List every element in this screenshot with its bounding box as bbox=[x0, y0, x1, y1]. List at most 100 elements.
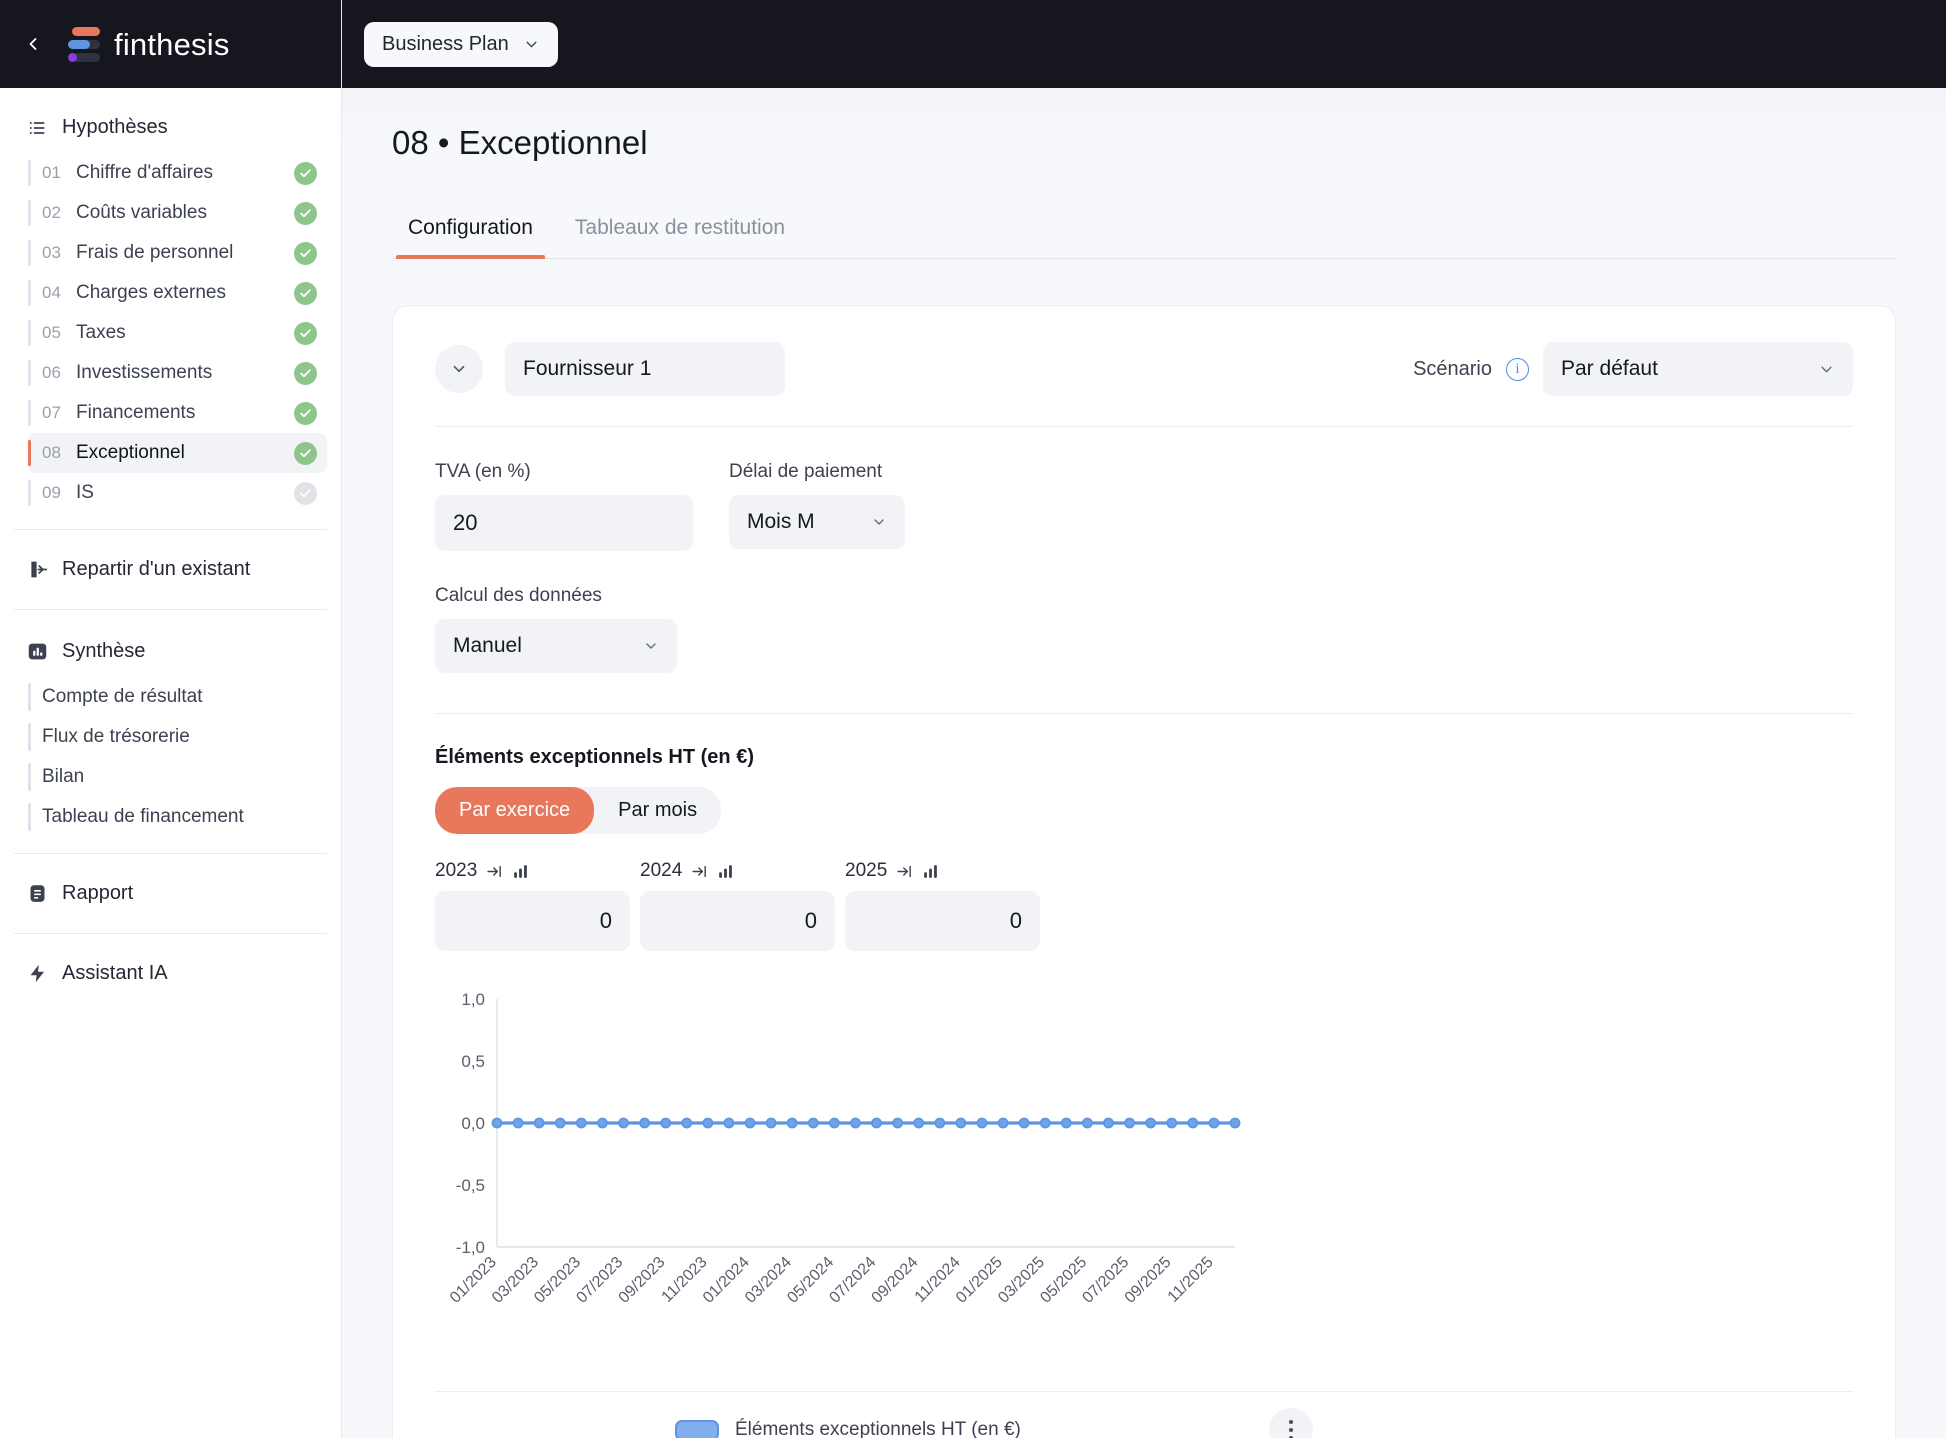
tab-bar: Configuration Tableaux de restitution bbox=[392, 204, 1896, 259]
item-number: 01 bbox=[42, 163, 61, 182]
check-badge-icon bbox=[294, 241, 317, 265]
expand-supplier-button[interactable] bbox=[435, 345, 483, 393]
calcul-select[interactable]: Manuel bbox=[435, 619, 677, 673]
sidebar-item-label: Repartir d'un existant bbox=[62, 558, 251, 580]
item-label: Chiffre d'affaires bbox=[76, 162, 214, 183]
tva-input[interactable] bbox=[435, 495, 693, 551]
year-value-input-2025[interactable] bbox=[845, 891, 1040, 951]
elements-section-title: Éléments exceptionnels HT (en €) bbox=[435, 746, 754, 768]
year-label: 2023 bbox=[435, 860, 478, 881]
check-badge-icon bbox=[294, 481, 317, 505]
year-header: 2024 bbox=[640, 860, 835, 882]
svg-text:-0,5: -0,5 bbox=[456, 1176, 485, 1195]
sidebar-item-bilan[interactable]: Bilan bbox=[28, 757, 327, 797]
sidebar-item-05[interactable]: 05 Taxes bbox=[28, 313, 327, 353]
sidebar-item-assistant-ia[interactable]: Assistant IA bbox=[0, 950, 341, 997]
item-label: Bilan bbox=[42, 766, 85, 787]
scenario-select[interactable]: Par défaut bbox=[1543, 342, 1853, 396]
item-number: 08 bbox=[42, 443, 61, 462]
tva-delai-row: TVA (en %) Délai de paiement Mois M bbox=[435, 461, 1853, 551]
year-column-2024: 2024 bbox=[640, 860, 835, 951]
collapse-sidebar-button[interactable] bbox=[16, 27, 50, 61]
kebab-dot bbox=[1289, 1428, 1293, 1432]
card-body: Scénario i Par défaut bbox=[393, 306, 1895, 1438]
year-header: 2025 bbox=[845, 860, 1040, 882]
year-label: 2024 bbox=[640, 860, 683, 881]
main-area: Business Plan 08 • Exceptionnel Configur… bbox=[342, 0, 1946, 1438]
sidebar-item-09[interactable]: 09 IS bbox=[28, 473, 327, 513]
check-badge-icon bbox=[294, 281, 317, 305]
list-icon bbox=[26, 117, 48, 139]
sidebar-item-label: Assistant IA bbox=[62, 962, 168, 984]
sidebar-item-06[interactable]: 06 Investissements bbox=[28, 353, 327, 393]
item-label: Charges externes bbox=[76, 282, 226, 303]
divider bbox=[14, 853, 327, 854]
item-rail bbox=[28, 763, 31, 791]
supplier-name-input[interactable] bbox=[505, 342, 785, 396]
sidebar-group-synthese[interactable]: Synthèse bbox=[0, 626, 341, 677]
item-number: 06 bbox=[42, 363, 61, 382]
business-plan-selector[interactable]: Business Plan bbox=[364, 21, 558, 67]
svg-text:1,0: 1,0 bbox=[461, 990, 485, 1009]
bar-chart-icon[interactable] bbox=[717, 863, 734, 880]
chevron-down-icon bbox=[453, 365, 465, 373]
sidebar-item-rapport[interactable]: Rapport bbox=[0, 870, 341, 917]
sidebar-item-02[interactable]: 02 Coûts variables bbox=[28, 193, 327, 233]
sidebar-group-hypotheses[interactable]: Hypothèses bbox=[0, 102, 341, 153]
chevron-down-icon bbox=[617, 638, 659, 654]
year-value-input-2024[interactable] bbox=[640, 891, 835, 951]
item-rail bbox=[28, 200, 31, 226]
item-number: 04 bbox=[42, 283, 61, 302]
check-badge-icon bbox=[294, 161, 317, 185]
arrow-to-line-icon[interactable] bbox=[896, 863, 913, 880]
toggle-par-mois[interactable]: Par mois bbox=[594, 787, 721, 834]
calcul-value: Manuel bbox=[453, 634, 522, 657]
delai-value: Mois M bbox=[747, 510, 815, 533]
sidebar-item-07[interactable]: 07 Financements bbox=[28, 393, 327, 433]
tab-configuration[interactable]: Configuration bbox=[392, 204, 549, 259]
svg-text:09/2025: 09/2025 bbox=[1122, 1254, 1175, 1307]
check-badge-icon bbox=[294, 441, 317, 465]
item-label: Investissements bbox=[76, 362, 213, 383]
item-number: 05 bbox=[42, 323, 61, 342]
info-icon[interactable]: i bbox=[1506, 357, 1529, 381]
exceptional-items-chart[interactable]: 1,0 0,5 0,0 -0,5 -1,0 01/2023 03/2023 05/2023 07… bbox=[435, 985, 1853, 1385]
delai-label: Délai de paiement bbox=[729, 461, 883, 482]
supplier-row: Scénario i Par défaut bbox=[435, 342, 1853, 396]
chart-footer: Éléments exceptionnels HT (en €) bbox=[435, 1391, 1853, 1438]
bar-chart-icon[interactable] bbox=[512, 863, 529, 880]
svg-text:11/2025: 11/2025 bbox=[1165, 1254, 1217, 1306]
sidebar-item-repartir[interactable]: Repartir d'un existant bbox=[0, 546, 341, 593]
chart-menu-button[interactable] bbox=[1269, 1408, 1313, 1438]
item-rail bbox=[28, 360, 31, 386]
arrow-to-line-icon[interactable] bbox=[486, 863, 503, 880]
tab-tableaux-de-restitution[interactable]: Tableaux de restitution bbox=[559, 204, 801, 258]
sidebar-item-08-exceptionnel[interactable]: 08 Exceptionnel bbox=[28, 433, 327, 473]
arrow-to-line-icon[interactable] bbox=[691, 863, 708, 880]
divider bbox=[435, 713, 1853, 714]
legend-swatch bbox=[675, 1419, 719, 1438]
year-value-input-2023[interactable] bbox=[435, 891, 630, 951]
delai-select[interactable]: Mois M bbox=[729, 495, 905, 549]
svg-text:-1,0: -1,0 bbox=[456, 1238, 485, 1257]
sidebar-item-01[interactable]: 01 Chiffre d'affaires bbox=[28, 153, 327, 193]
svg-text:0,0: 0,0 bbox=[461, 1114, 485, 1133]
sidebar-group-label: Hypothèses bbox=[62, 116, 168, 138]
toggle-par-exercice[interactable]: Par exercice bbox=[435, 787, 595, 834]
sidebar-item-04[interactable]: 04 Charges externes bbox=[28, 273, 327, 313]
sidebar-item-compte-de-resultat[interactable]: Compte de résultat bbox=[28, 677, 327, 717]
year-column-2025: 2025 bbox=[845, 860, 1040, 951]
brand-bar: finthesis bbox=[0, 0, 341, 88]
sidebar-item-flux-de-tresorerie[interactable]: Flux de trésorerie bbox=[28, 717, 327, 757]
chart-legend[interactable]: Éléments exceptionnels HT (en €) bbox=[675, 1419, 1021, 1438]
scenario-value: Par défaut bbox=[1561, 357, 1658, 380]
bar-chart-icon[interactable] bbox=[922, 863, 939, 880]
year-column-2023: 2023 bbox=[435, 860, 630, 951]
item-rail bbox=[28, 480, 31, 506]
item-label: Financements bbox=[76, 402, 196, 423]
sidebar-item-03[interactable]: 03 Frais de personnel bbox=[28, 233, 327, 273]
configuration-card: Scénario i Par défaut bbox=[392, 305, 1896, 1438]
check-badge-icon bbox=[294, 321, 317, 345]
sidebar-item-tableau-de-financement[interactable]: Tableau de financement bbox=[28, 797, 327, 837]
page-title-wrap: 08 • Exceptionnel bbox=[392, 88, 1896, 162]
